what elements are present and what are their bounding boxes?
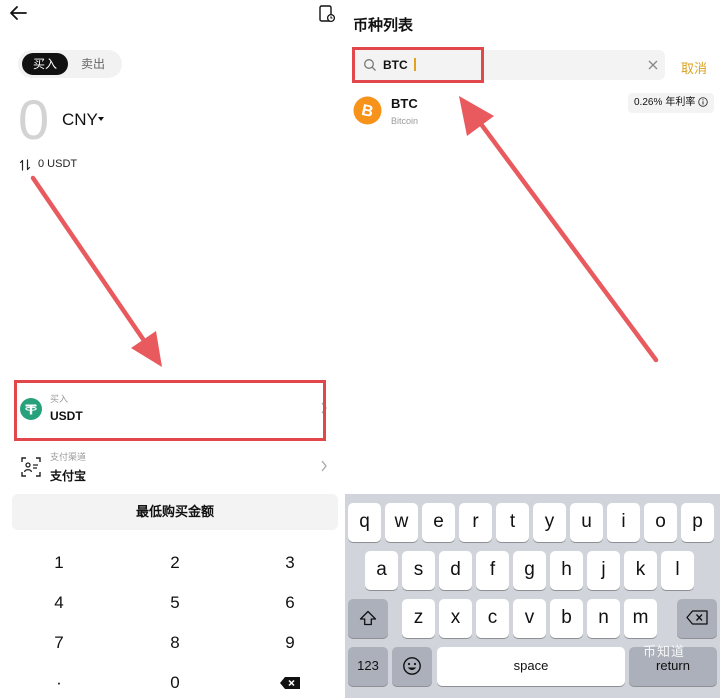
key-g[interactable]: g	[513, 551, 546, 590]
numpad-key-8[interactable]: 8	[145, 628, 205, 658]
numpad-key-7[interactable]: 7	[29, 628, 89, 658]
pay-row-label: 支付渠道	[50, 452, 87, 462]
numpad-key-6[interactable]: 6	[260, 588, 320, 618]
rate-value: 0.26%	[634, 97, 663, 108]
caret-down-icon[interactable]	[98, 117, 104, 121]
page-title: 币种列表	[353, 17, 414, 34]
numpad-key-5[interactable]: 5	[145, 588, 205, 618]
key-q[interactable]: q	[348, 503, 381, 542]
min-purchase-button[interactable]: 最低购买金额	[12, 494, 338, 530]
numpad-key-9[interactable]: 9	[260, 628, 320, 658]
numpad-key-1[interactable]: 1	[29, 548, 89, 578]
history-icon[interactable]	[318, 4, 336, 24]
on-screen-keyboard: q w e r t y u i o p a s d f g h j k l z …	[345, 494, 720, 698]
key-p[interactable]: p	[681, 503, 714, 542]
numpad-key-dot[interactable]: ·	[29, 668, 89, 698]
keyboard-backspace-key[interactable]	[677, 599, 717, 638]
converted-amount: 0 USDT	[38, 158, 78, 170]
coin-symbol[interactable]: BTC	[391, 96, 418, 111]
watermark: 币知道	[643, 644, 686, 659]
key-u[interactable]: u	[570, 503, 603, 542]
buy-tab[interactable]: 买入	[22, 53, 68, 75]
numpad-key-0[interactable]: 0	[145, 668, 205, 698]
key-c[interactable]: c	[476, 599, 509, 638]
rate-badge[interactable]: 0.26% 年利率	[628, 93, 715, 113]
cancel-button[interactable]: 取消	[681, 58, 707, 77]
rate-label: 年利率	[665, 97, 696, 108]
coin-list-panel: 币种列表 取消 B BTC Bitcoin 0.26%年利率 q w e r t…	[345, 0, 720, 698]
key-n[interactable]: n	[587, 599, 620, 638]
back-arrow-icon[interactable]	[8, 4, 28, 22]
key-r[interactable]: r	[459, 503, 492, 542]
info-icon	[698, 97, 709, 107]
key-k[interactable]: k	[624, 551, 657, 590]
coin-full-name: Bitcoin	[391, 116, 419, 126]
swap-icon[interactable]	[19, 159, 31, 171]
space-key[interactable]: space	[437, 647, 625, 686]
key-e[interactable]: e	[422, 503, 455, 542]
numpad-key-2[interactable]: 2	[145, 548, 205, 578]
numpad-key-4[interactable]: 4	[29, 588, 89, 618]
key-o[interactable]: o	[644, 503, 677, 542]
backspace-icon[interactable]	[279, 676, 301, 690]
key-h[interactable]: h	[550, 551, 583, 590]
key-x[interactable]: x	[439, 599, 472, 638]
currency-selector[interactable]: CNY	[62, 110, 98, 130]
buy-sell-toggle: 买入 卖出	[18, 50, 122, 78]
payment-channel-row[interactable]: 支付渠道 支付宝	[14, 440, 330, 492]
numpad-key-3[interactable]: 3	[260, 548, 320, 578]
pay-row-value: 支付宝	[50, 469, 87, 483]
key-t[interactable]: t	[496, 503, 529, 542]
key-f[interactable]: f	[476, 551, 509, 590]
sell-tab[interactable]: 卖出	[70, 53, 116, 75]
key-l[interactable]: l	[661, 551, 694, 590]
keyboard-backspace-icon	[686, 610, 708, 625]
buy-panel: 买入 卖出 0 CNY 0 USDT 买入 USDT 支付渠道 支付宝 最低购买…	[0, 0, 345, 698]
key-z[interactable]: z	[402, 599, 435, 638]
key-m[interactable]: m	[624, 599, 657, 638]
emoji-icon	[403, 657, 421, 675]
key-b[interactable]: b	[550, 599, 583, 638]
key-w[interactable]: w	[385, 503, 418, 542]
key-s[interactable]: s	[402, 551, 435, 590]
chevron-right-icon	[321, 460, 327, 472]
shift-icon	[359, 610, 377, 626]
key-d[interactable]: d	[439, 551, 472, 590]
shift-key[interactable]	[348, 599, 388, 638]
key-i[interactable]: i	[607, 503, 640, 542]
key-v[interactable]: v	[513, 599, 546, 638]
bitcoin-icon[interactable]: B	[353, 96, 382, 125]
key-a[interactable]: a	[365, 551, 398, 590]
search-highlight	[352, 47, 484, 83]
key-j[interactable]: j	[587, 551, 620, 590]
buy-row-highlight	[14, 380, 326, 441]
payment-channel-icon	[21, 457, 41, 477]
key-y[interactable]: y	[533, 503, 566, 542]
amount-display: 0	[18, 88, 50, 151]
clear-icon[interactable]	[647, 59, 659, 71]
emoji-key[interactable]	[392, 647, 432, 686]
numbers-key[interactable]: 123	[348, 647, 388, 686]
